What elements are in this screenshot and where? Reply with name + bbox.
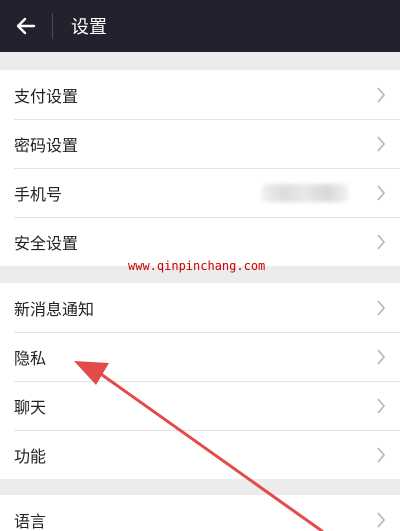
chevron-right-icon (377, 348, 386, 365)
chevron-right-icon (377, 299, 386, 316)
settings-item-features[interactable]: 功能 (0, 430, 400, 479)
settings-item-label: 新消息通知 (14, 299, 95, 319)
back-button[interactable] (0, 0, 52, 52)
chevron-right-icon (377, 184, 386, 201)
phone-number-blurred (262, 184, 348, 202)
settings-item-label: 聊天 (14, 397, 47, 417)
settings-item-chat[interactable]: 聊天 (0, 381, 400, 430)
settings-item-label: 功能 (14, 446, 47, 466)
settings-screen: 设置 支付设置 密码设置 手机号 安全设置 www.qinpinchang.co… (0, 0, 400, 531)
chevron-right-icon (377, 86, 386, 103)
settings-item-privacy[interactable]: 隐私 (0, 332, 400, 381)
settings-item-label: 密码设置 (14, 135, 79, 155)
title-bar: 设置 (0, 0, 400, 52)
chevron-right-icon (377, 397, 386, 414)
chevron-right-icon (377, 511, 386, 528)
title-divider (52, 13, 53, 39)
settings-item-password[interactable]: 密码设置 (0, 119, 400, 168)
settings-item-label: 手机号 (14, 184, 63, 204)
settings-item-phone[interactable]: 手机号 (0, 168, 400, 217)
chevron-right-icon (377, 135, 386, 152)
account-settings-group: 支付设置 密码设置 手机号 安全设置 (0, 70, 400, 266)
settings-item-label: 隐私 (14, 348, 47, 368)
settings-item-payment[interactable]: 支付设置 (0, 70, 400, 119)
settings-item-label: 安全设置 (14, 233, 79, 253)
watermark-text: www.qinpinchang.com (128, 259, 266, 273)
settings-item-label: 支付设置 (14, 86, 79, 106)
arrow-left-icon (16, 17, 36, 35)
settings-item-notifications[interactable]: 新消息通知 (0, 283, 400, 332)
chevron-right-icon (377, 233, 386, 250)
page-title: 设置 (71, 17, 107, 38)
language-settings-group: 语言 (0, 495, 400, 531)
general-settings-group: 新消息通知 隐私 聊天 功能 (0, 283, 400, 479)
chevron-right-icon (377, 446, 386, 463)
settings-item-label: 语言 (14, 511, 47, 531)
settings-item-language[interactable]: 语言 (0, 495, 400, 531)
